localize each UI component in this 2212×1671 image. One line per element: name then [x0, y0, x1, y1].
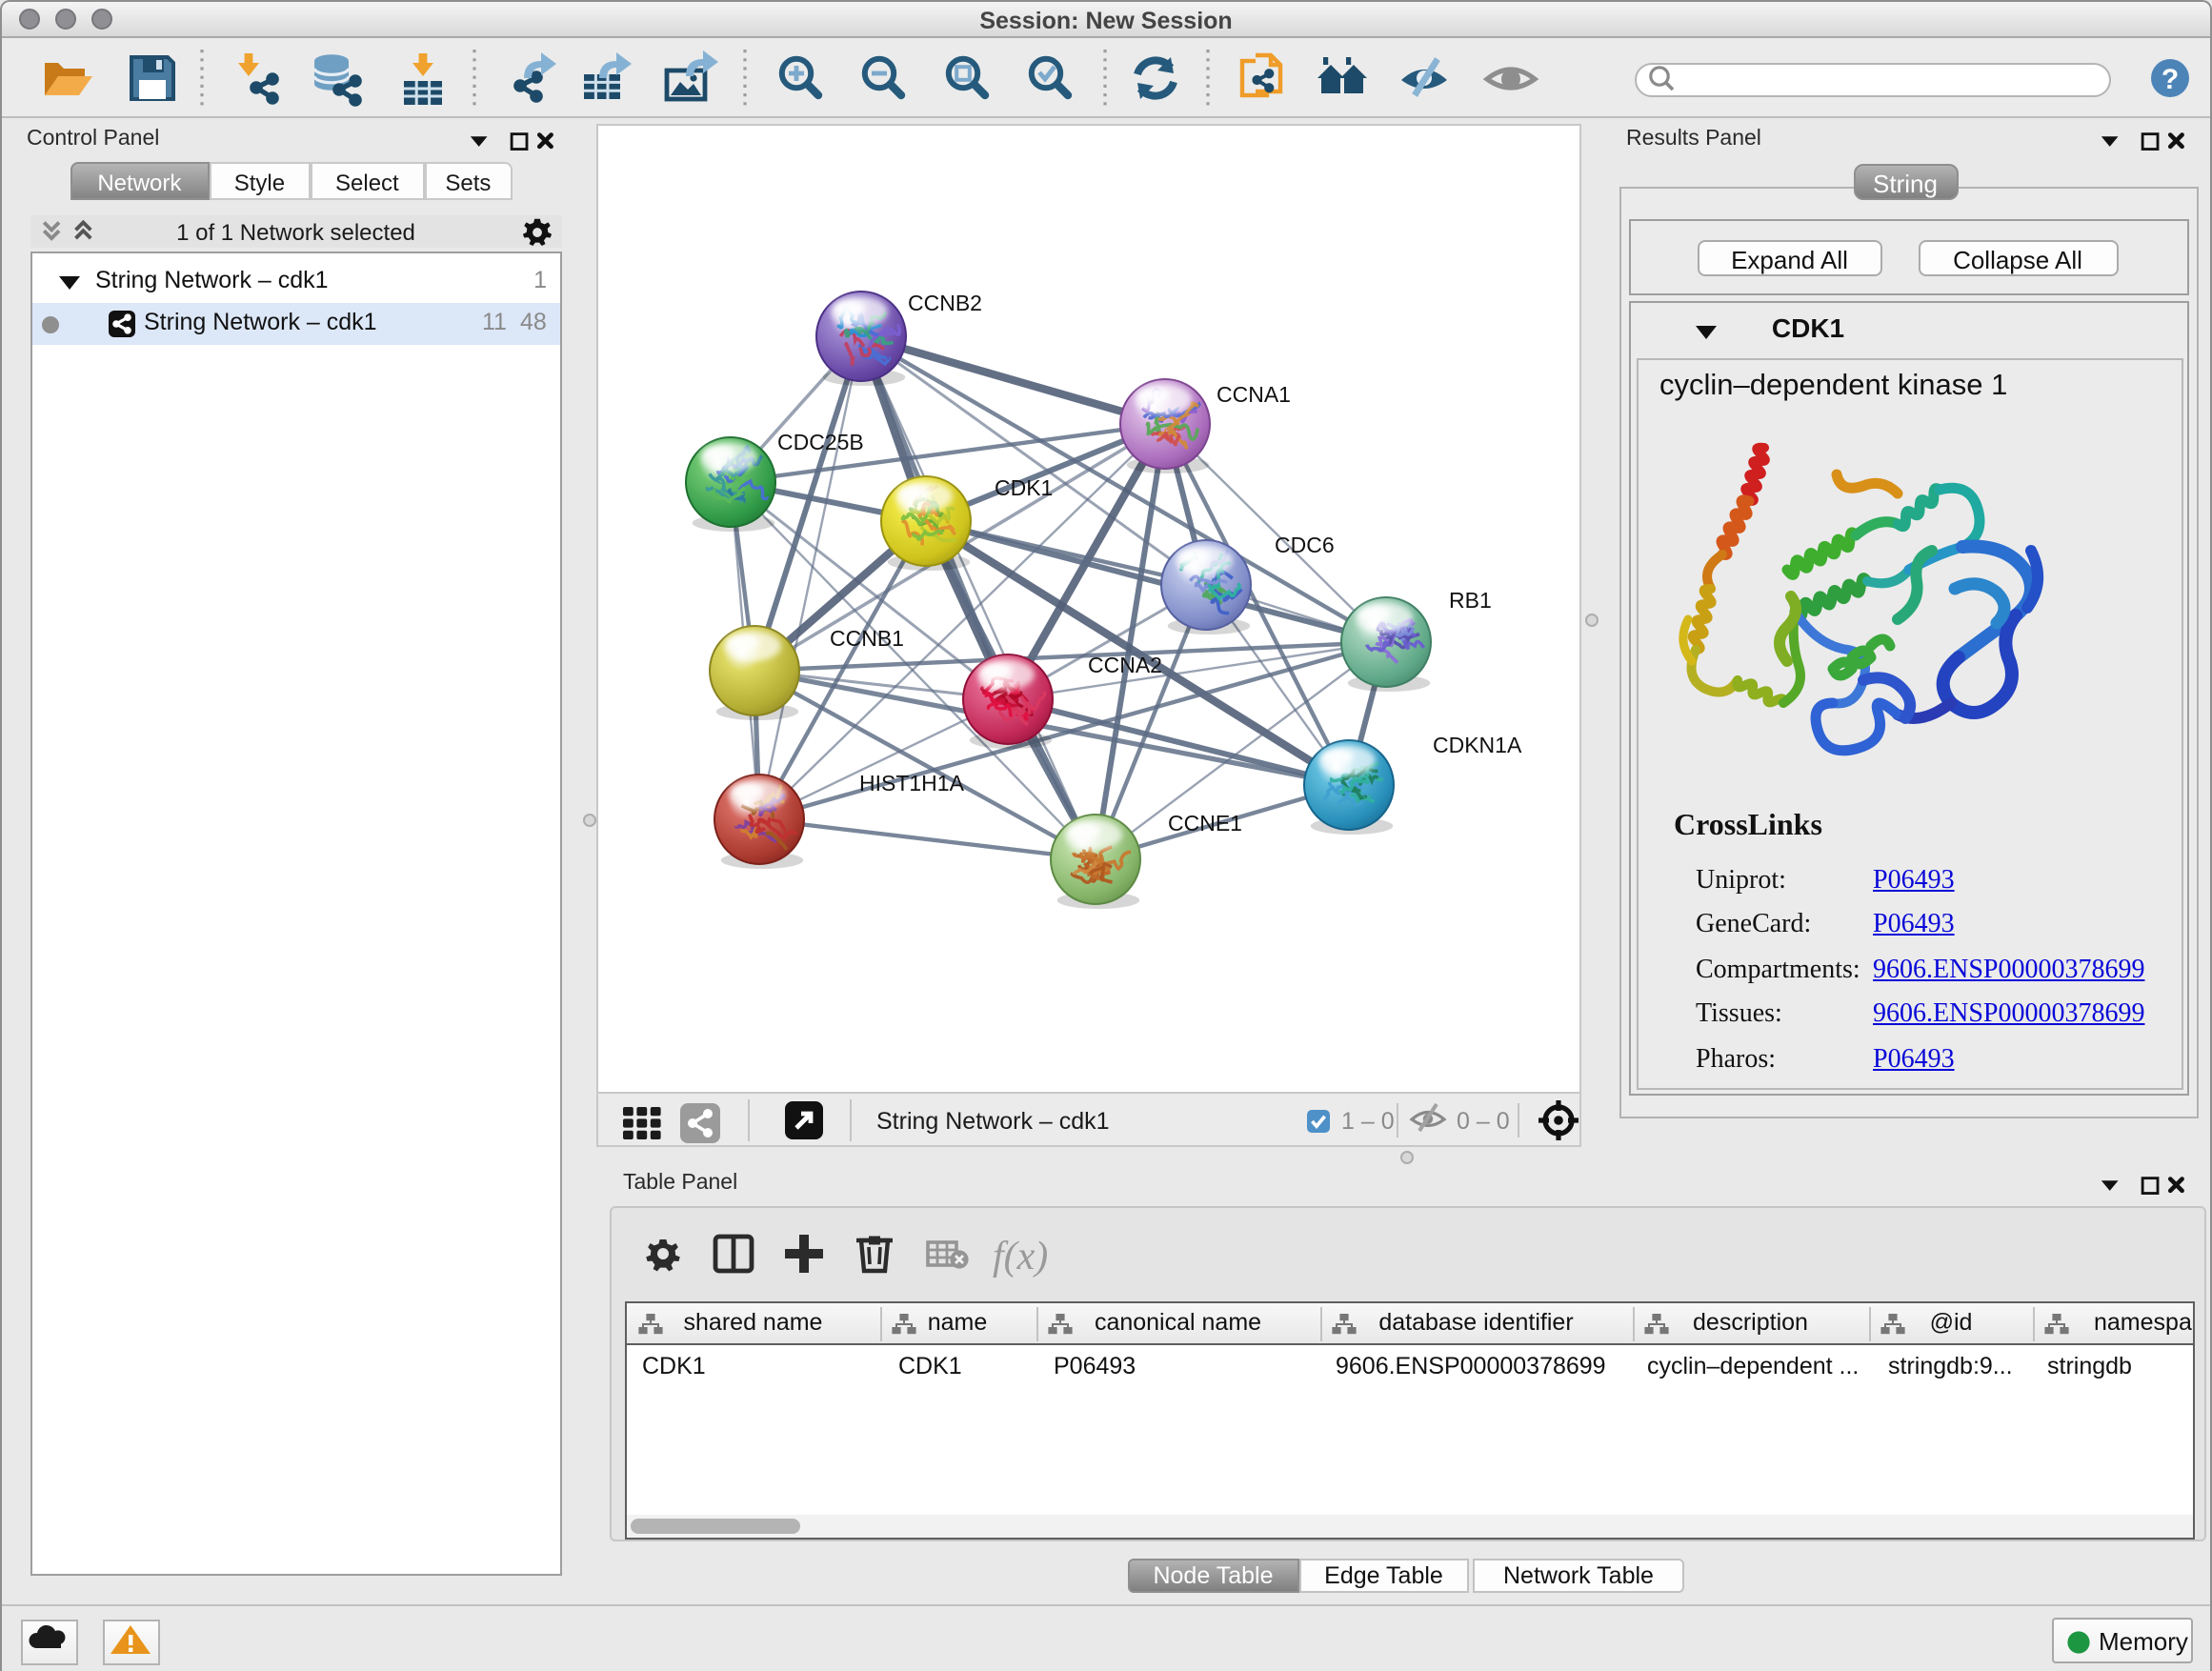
svg-text:CCNB2: CCNB2 [908, 291, 982, 315]
svg-text:?: ? [2162, 64, 2179, 95]
svg-text:CCNB1: CCNB1 [830, 626, 904, 651]
svg-text:CDC25B: CDC25B [777, 430, 864, 454]
svg-text:CCNA1: CCNA1 [1217, 382, 1291, 407]
svg-text:RB1: RB1 [1449, 588, 1492, 613]
svg-text:CDKN1A: CDKN1A [1433, 733, 1522, 757]
svg-text:CDC6: CDC6 [1275, 533, 1335, 557]
svg-text:0 – 0: 0 – 0 [1457, 1108, 1510, 1135]
svg-text:String Network – cdk1: String Network – cdk1 [876, 1108, 1110, 1135]
svg-text:HIST1H1A: HIST1H1A [859, 771, 965, 795]
svg-text:f(x): f(x) [993, 1235, 1048, 1278]
svg-text:CCNA2: CCNA2 [1088, 653, 1162, 677]
svg-text:CDK1: CDK1 [995, 475, 1053, 500]
svg-text:CCNE1: CCNE1 [1168, 811, 1242, 836]
svg-text:1 – 0: 1 – 0 [1341, 1108, 1395, 1135]
